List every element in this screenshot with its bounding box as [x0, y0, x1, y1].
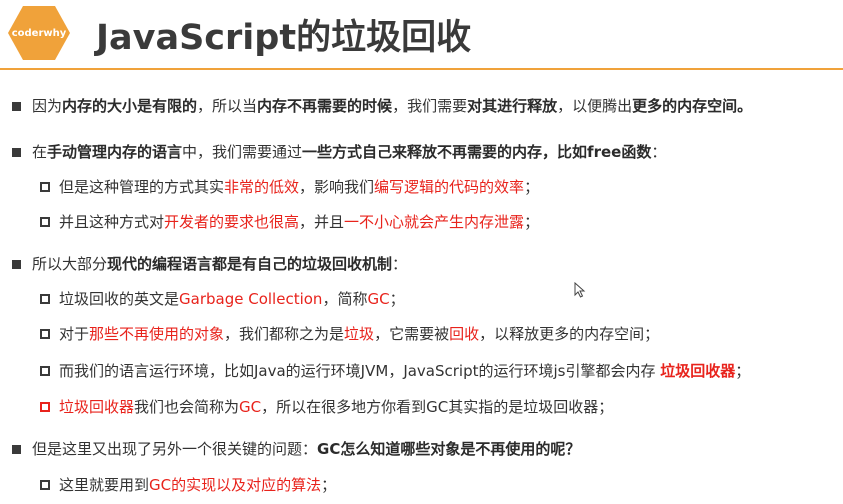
bold-segment: 内存不再需要的时候 [257, 97, 393, 115]
text-segment: ，简称 [322, 290, 368, 308]
text-segment: ，它需要被 [374, 325, 450, 343]
text-segment: 因为 [32, 97, 63, 115]
red-segment: GC [367, 290, 390, 308]
bullet-line-manual-memory: 在手动管理内存的语言 中，我们需要通过 一些方式自己来释放不再需要的内存，比如fre… [12, 141, 666, 163]
sub-bullet-inefficient: 但是这种管理的方式其实 非常的低效 ，影响我们 编写逻辑的代码的效率； [40, 176, 539, 198]
red-hollow-square-bullet-icon [40, 402, 50, 412]
coderwhy-logo: coderwhy [7, 5, 71, 61]
text-segment: 并且这种方式对 [59, 213, 165, 231]
text-segment: ，以便腾出 [557, 97, 633, 115]
bullet-line-modern-languages: 所以大部分 现代的编程语言都是有自己的垃圾回收机制： [12, 253, 407, 275]
text-segment: ； [735, 362, 751, 380]
bold-segment: 内存的大小是有限的 [62, 97, 198, 115]
red-segment: 回收 [449, 325, 480, 343]
hollow-square-bullet-icon [40, 217, 50, 227]
text-segment: ； [321, 476, 337, 494]
bold-segment: 对其进行释放 [467, 97, 558, 115]
filled-square-bullet-icon [12, 101, 21, 111]
logo-text: coderwhy [11, 27, 67, 39]
text-segment: 对于 [59, 325, 90, 343]
sub-bullet-runtime-environments: 而我们的语言运行环境，比如Java的运行环境JVM，JavaScript的运行环… [40, 360, 750, 382]
filled-square-bullet-icon [12, 444, 21, 454]
filled-square-bullet-icon [12, 147, 21, 157]
hollow-square-bullet-icon [40, 182, 50, 192]
hollow-square-bullet-icon [40, 480, 50, 490]
bold-segment: GC怎么知道哪些对象是不再使用的呢？ [317, 440, 581, 458]
text-segment: ，我们都称之为是 [224, 325, 345, 343]
text-segment: ，以释放更多的内存空间； [479, 325, 660, 343]
hollow-square-bullet-icon [40, 329, 50, 339]
red-segment: 那些不再使用的对象 [89, 325, 225, 343]
text-segment: ，所以在很多地方你看到GC其实指的是垃圾回收器； [261, 398, 614, 416]
text-segment: 但是这里又出现了另外一个很关键的问题： [32, 440, 318, 458]
bullet-line-key-question: 但是这里又出现了另外一个很关键的问题： GC怎么知道哪些对象是不再使用的呢？ [12, 438, 580, 460]
red-segment: GC [239, 398, 262, 416]
red-segment: 编写逻辑的代码的效率 [374, 178, 525, 196]
hollow-square-bullet-icon [40, 366, 50, 376]
red-segment: 垃圾 [344, 325, 375, 343]
red-segment: 垃圾回收器 [59, 398, 135, 416]
text-segment: 我们也会简称为 [134, 398, 240, 416]
filled-square-bullet-icon [12, 259, 21, 269]
sub-bullet-garbage-collection: 垃圾回收的英文是 Garbage Collection ，简称 GC； [40, 288, 405, 310]
sub-bullet-unused-objects: 对于 那些不再使用的对象 ，我们都称之为是 垃圾 ，它需要被 回收 ，以释放更多的内存空间； [40, 323, 659, 345]
red-segment: 开发者的要求也很高 [164, 213, 300, 231]
text-segment: 这里就要用到 [59, 476, 150, 494]
mouse-pointer-icon [574, 282, 586, 298]
bold-segment: 一些方式自己来释放不再需要的内存，比如free函数 [302, 143, 652, 161]
sub-bullet-high-requirements: 并且这种方式对 开发者的要求也很高 ，并且 一不小心就会产生内存泄露； [40, 211, 539, 233]
text-segment: ； [389, 290, 405, 308]
text-segment: 而我们的语言运行环境，比如Java的运行环境JVM，JavaScript的运行环… [59, 362, 661, 380]
sub-bullet-gc-abbreviation: 垃圾回收器 我们也会简称为 GC ，所以在很多地方你看到GC其实指的是垃圾回收器； [40, 396, 613, 418]
text-segment: ，我们需要 [392, 97, 468, 115]
text-segment: ，影响我们 [299, 178, 375, 196]
red-segment: 非常的低效 [224, 178, 300, 196]
text-segment: ； [524, 178, 540, 196]
text-segment: ： [651, 143, 667, 161]
text-segment: 垃圾回收的英文是 [59, 290, 180, 308]
red-segment: 一不小心就会产生内存泄露 [344, 213, 525, 231]
text-segment: ，并且 [299, 213, 345, 231]
red-segment: Garbage Collection [179, 290, 323, 308]
bold-segment: 现代的编程语言都是有自己的垃圾回收机制 [107, 255, 393, 273]
red-segment: GC的实现以及对应的算法 [149, 476, 322, 494]
hollow-square-bullet-icon [40, 294, 50, 304]
text-segment: 在 [32, 143, 48, 161]
text-segment: ； [524, 213, 540, 231]
bullet-line-memory-limited: 因为 内存的大小是有限的 ，所以当 内存不再需要的时候 ，我们需要 对其进行释放 ，以便腾出… [12, 95, 752, 117]
text-segment: 中，我们需要通过 [182, 143, 303, 161]
red-bold-segment: 垃圾回收器 [660, 362, 736, 380]
bold-segment: 手动管理内存的语言 [47, 143, 183, 161]
header-divider [0, 68, 843, 70]
sub-bullet-gc-algorithms: 这里就要用到 GC的实现以及对应的算法； [40, 474, 336, 496]
text-segment: 但是这种管理的方式其实 [59, 178, 225, 196]
page-title: JavaScript的垃圾回收 [96, 18, 472, 58]
text-segment: ： [392, 255, 408, 273]
bold-segment: 更多的内存空间。 [632, 97, 753, 115]
text-segment: 所以大部分 [32, 255, 108, 273]
text-segment: ，所以当 [197, 97, 258, 115]
slide-header: coderwhy JavaScript的垃圾回收 [0, 0, 843, 70]
